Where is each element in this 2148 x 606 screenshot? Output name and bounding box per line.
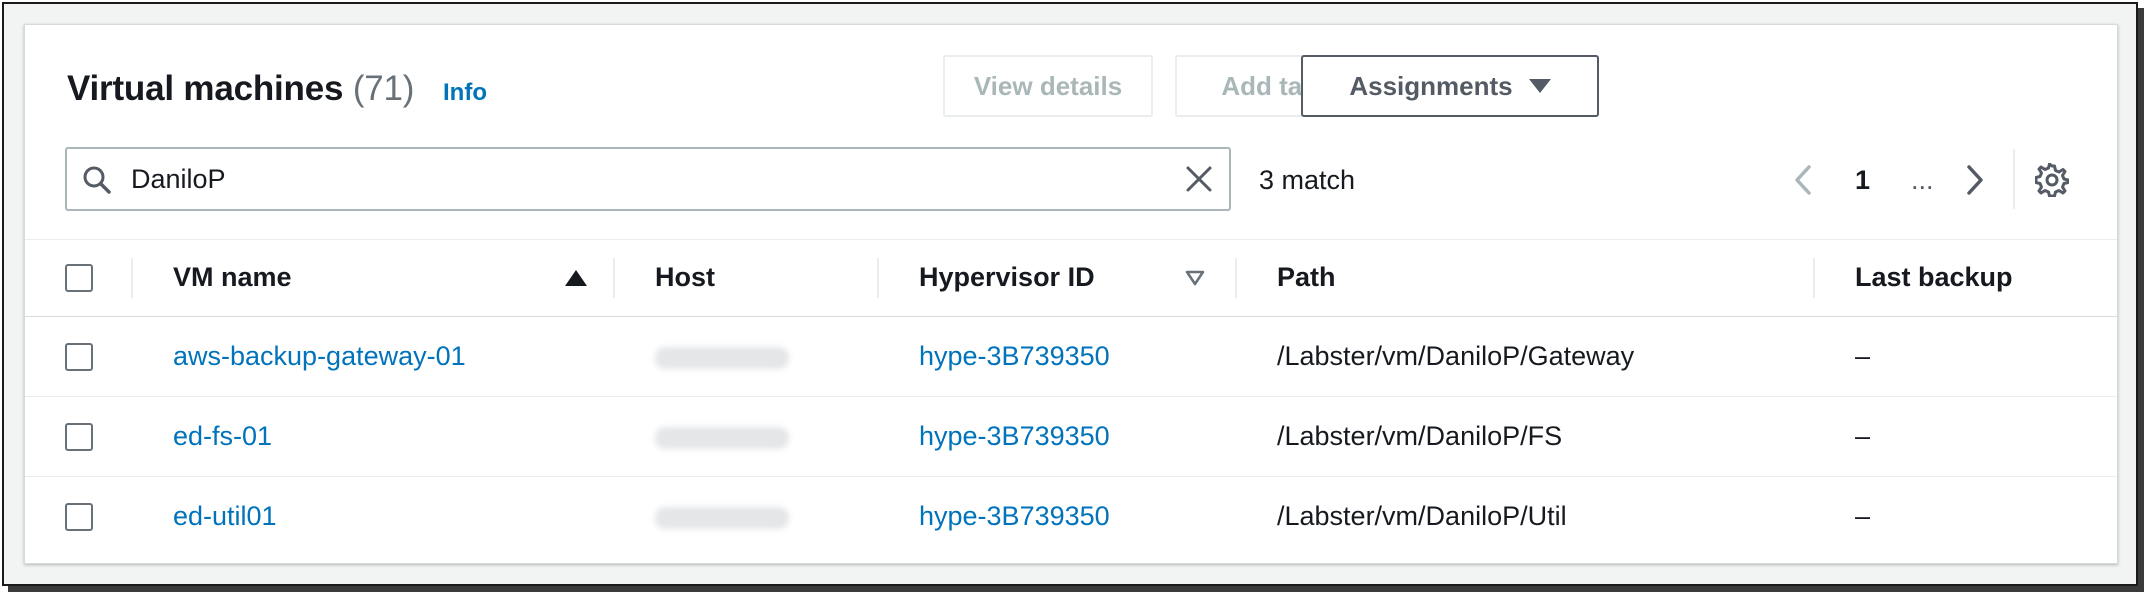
- match-count: 3 match: [1259, 165, 1356, 195]
- gear-icon[interactable]: [2035, 163, 2069, 197]
- last-backup-value: –: [1855, 501, 1871, 531]
- next-page-icon[interactable]: [1963, 163, 1987, 197]
- column-separator: [613, 258, 615, 298]
- vm-table: VM name Host Hypervisor ID Path Last bac…: [25, 239, 2117, 557]
- page-title: Virtual machines (71): [67, 69, 414, 109]
- info-link[interactable]: Info: [443, 79, 487, 107]
- window-frame: Virtual machines (71) Info View details …: [2, 2, 2138, 586]
- vm-name-link[interactable]: aws-backup-gateway-01: [173, 341, 466, 372]
- vm-name-link[interactable]: ed-fs-01: [173, 421, 272, 452]
- page-title-text: Virtual machines: [67, 69, 344, 108]
- row-checkbox[interactable]: [65, 503, 93, 531]
- search-box: [65, 147, 1231, 211]
- column-separator: [1235, 258, 1237, 298]
- table-row: ed-util01 hype-3B739350 /Labster/vm/Dani…: [25, 477, 2117, 557]
- pagination-ellipsis: ...: [1911, 165, 1934, 195]
- column-separator: [877, 258, 879, 298]
- vm-name-link[interactable]: ed-util01: [173, 501, 277, 532]
- last-backup-value: –: [1855, 341, 1871, 371]
- hypervisor-id-link[interactable]: hype-3B739350: [919, 341, 1110, 372]
- previous-page-icon[interactable]: [1791, 163, 1815, 197]
- hypervisor-id-link[interactable]: hype-3B739350: [919, 501, 1110, 532]
- path-value: /Labster/vm/DaniloP/FS: [1277, 421, 1563, 451]
- pagination-divider: [2013, 149, 2015, 209]
- sort-ascending-icon[interactable]: [565, 270, 587, 286]
- table-row: aws-backup-gateway-01 hype-3B739350 /Lab…: [25, 317, 2117, 397]
- column-header-host[interactable]: Host: [655, 262, 715, 293]
- vm-count: (71): [352, 69, 415, 108]
- row-checkbox[interactable]: [65, 343, 93, 371]
- column-header-vm-name[interactable]: VM name: [173, 262, 292, 293]
- assignments-button[interactable]: Assignments: [1301, 55, 1599, 117]
- column-header-hypervisor-id[interactable]: Hypervisor ID: [919, 262, 1095, 293]
- column-separator: [131, 258, 133, 298]
- table-header: VM name Host Hypervisor ID Path Last bac…: [25, 239, 2117, 317]
- hypervisor-id-link[interactable]: hype-3B739350: [919, 421, 1110, 452]
- path-value: /Labster/vm/DaniloP/Gateway: [1277, 341, 1635, 371]
- host-value-blurred: [655, 347, 789, 369]
- host-value-blurred: [655, 507, 789, 529]
- path-value: /Labster/vm/DaniloP/Util: [1277, 501, 1567, 531]
- assignments-button-label: Assignments: [1349, 70, 1513, 101]
- row-checkbox[interactable]: [65, 423, 93, 451]
- column-separator: [1813, 258, 1815, 298]
- sort-descending-icon[interactable]: [1185, 270, 1205, 286]
- search-input[interactable]: [131, 149, 1131, 209]
- table-row: ed-fs-01 hype-3B739350 /Labster/vm/Danil…: [25, 397, 2117, 477]
- host-value-blurred: [655, 427, 789, 449]
- last-backup-value: –: [1855, 421, 1871, 451]
- caret-down-icon: [1528, 79, 1551, 93]
- column-header-last-backup[interactable]: Last backup: [1855, 262, 2013, 293]
- virtual-machines-panel: Virtual machines (71) Info View details …: [24, 24, 2118, 564]
- clear-search-icon[interactable]: [1183, 163, 1215, 195]
- select-all-checkbox[interactable]: [65, 264, 93, 292]
- current-page-number[interactable]: 1: [1855, 165, 1870, 196]
- view-details-button[interactable]: View details: [943, 55, 1153, 117]
- search-icon: [83, 166, 111, 194]
- column-header-path[interactable]: Path: [1277, 262, 1336, 293]
